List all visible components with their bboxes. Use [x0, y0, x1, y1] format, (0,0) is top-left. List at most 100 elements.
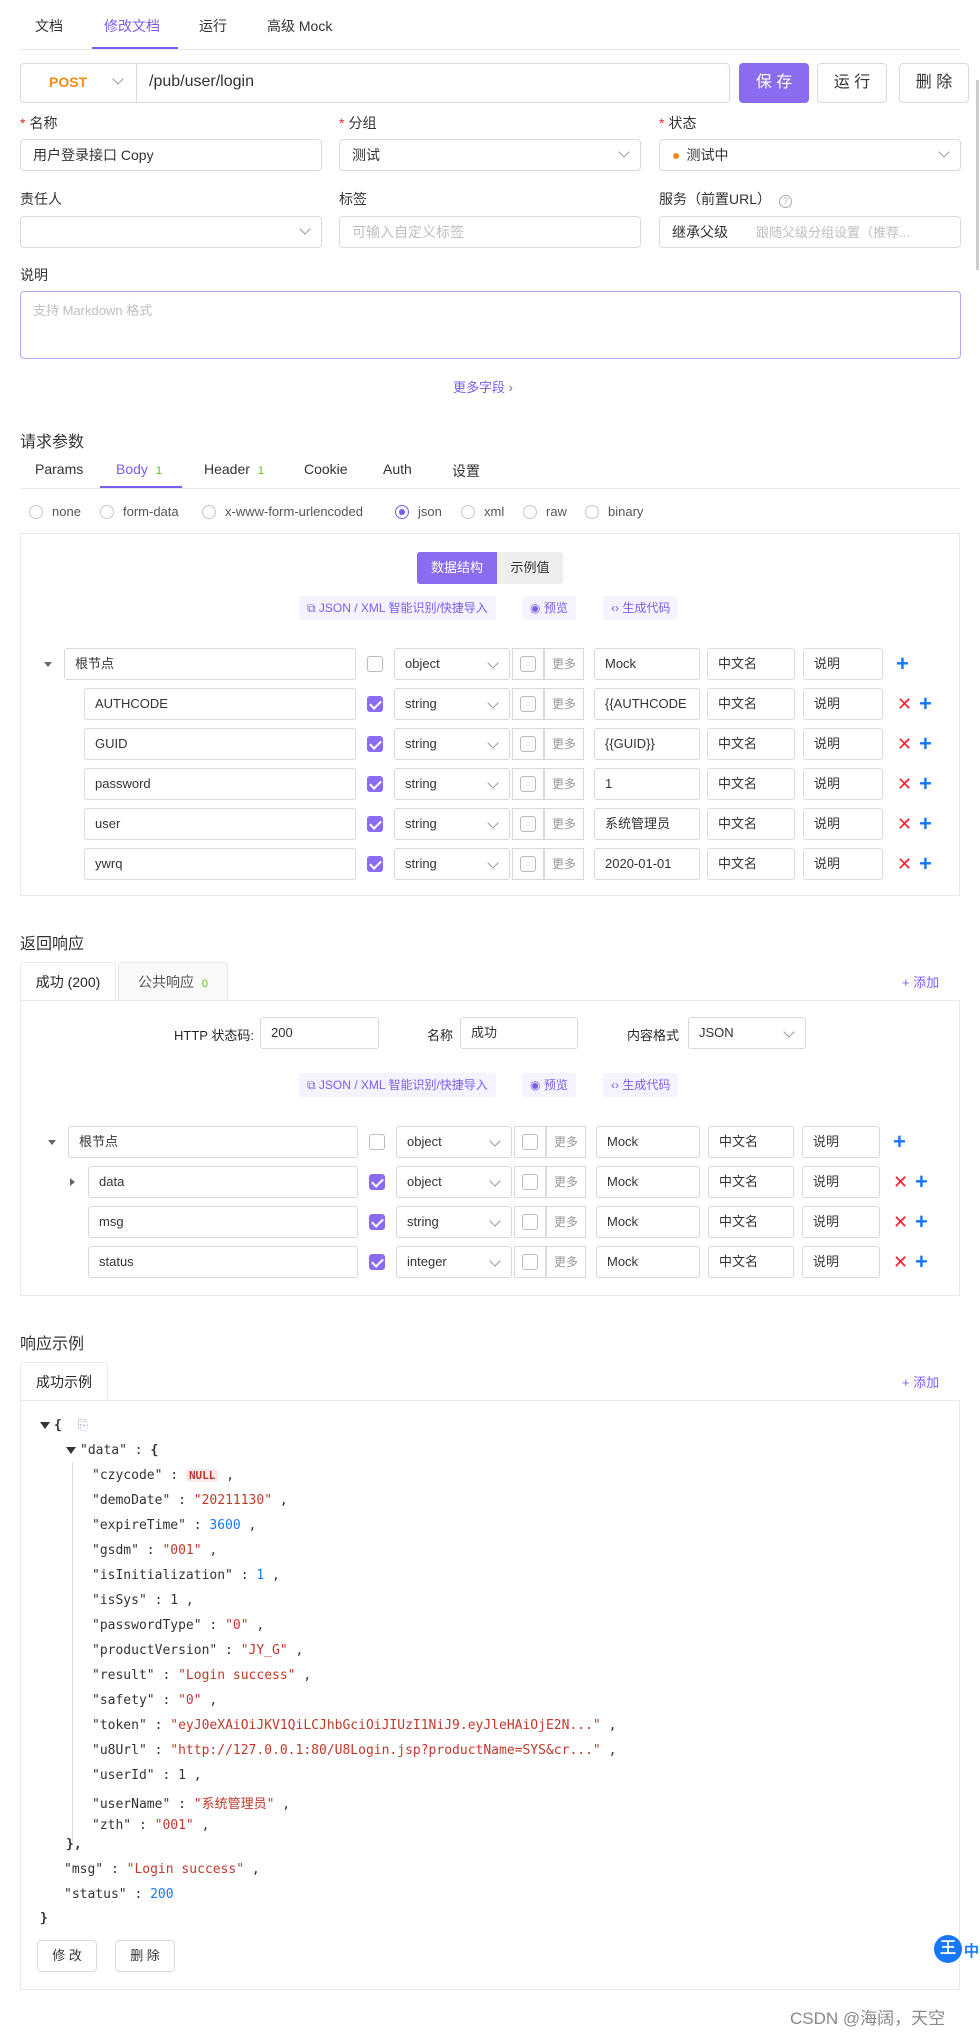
desc-input[interactable]: 说明 [803, 768, 883, 800]
help-icon[interactable]: ? [779, 195, 793, 208]
mock-input[interactable]: Mock [596, 1166, 700, 1198]
tab-auth[interactable]: Auth [383, 461, 412, 477]
nullable-checkbox[interactable] [522, 1254, 538, 1270]
content-format-select[interactable]: JSON [688, 1017, 806, 1049]
gen-code-link[interactable]: ‹› 生成代码 [603, 596, 679, 620]
cn-name-input[interactable]: 中文名 [708, 1206, 794, 1238]
delete-row-icon[interactable]: ✕ [897, 815, 912, 833]
field-name-input[interactable]: user [84, 808, 356, 840]
cn-name-input[interactable]: 中文名 [707, 848, 795, 880]
radio-json[interactable] [395, 505, 409, 519]
tab-header[interactable]: Header 1 [204, 461, 264, 477]
cn-name-input[interactable]: 中文名 [708, 1166, 794, 1198]
more-button[interactable]: 更多 [544, 728, 584, 760]
field-name-input[interactable]: data [88, 1166, 358, 1198]
add-response-button[interactable]: + 添加 [902, 972, 939, 991]
type-select[interactable]: integer [396, 1246, 512, 1278]
more-button[interactable]: 更多 [546, 1246, 586, 1278]
more-button[interactable]: 更多 [546, 1166, 586, 1198]
nullable-checkbox[interactable] [520, 696, 536, 712]
required-checkbox[interactable] [367, 776, 383, 792]
cn-name-input[interactable]: 中文名 [707, 728, 795, 760]
tab-success-200[interactable]: 成功 (200) [20, 962, 116, 1000]
type-select[interactable]: object [396, 1126, 512, 1158]
mock-input[interactable]: 2020-01-01 [594, 848, 700, 880]
required-checkbox[interactable] [367, 856, 383, 872]
method-select[interactable]: POST [21, 64, 137, 102]
gen-code-link[interactable]: ‹› 生成代码 [603, 1073, 679, 1097]
seg-example[interactable]: 示例值 [497, 552, 563, 584]
type-select[interactable]: string [394, 688, 510, 720]
collapse-icon[interactable] [66, 1447, 76, 1454]
radio-binary[interactable] [585, 505, 599, 519]
mock-input[interactable]: Mock [594, 648, 700, 680]
more-button[interactable]: 更多 [544, 808, 584, 840]
edit-example-button[interactable]: 修 改 [37, 1940, 97, 1972]
delete-row-icon[interactable]: ✕ [893, 1253, 908, 1271]
more-button[interactable]: 更多 [544, 688, 584, 720]
add-row-icon[interactable]: + [915, 1251, 928, 1273]
required-checkbox[interactable] [367, 656, 383, 672]
cn-name-input[interactable]: 中文名 [707, 648, 795, 680]
preview-link[interactable]: ◉ 预览 [522, 1073, 576, 1097]
required-checkbox[interactable] [367, 696, 383, 712]
field-name-input[interactable]: msg [88, 1206, 358, 1238]
desc-textarea[interactable]: 支持 Markdown 格式 [20, 291, 961, 359]
ime-float-icon[interactable]: 王 [934, 1935, 962, 1963]
seg-structure[interactable]: 数据结构 [417, 552, 497, 584]
desc-input[interactable]: 说明 [803, 648, 883, 680]
nullable-checkbox[interactable] [520, 856, 536, 872]
desc-input[interactable]: 说明 [802, 1166, 880, 1198]
type-select[interactable]: object [394, 648, 510, 680]
required-checkbox[interactable] [367, 816, 383, 832]
add-row-icon[interactable]: + [919, 853, 932, 875]
type-select[interactable]: string [396, 1206, 512, 1238]
type-select[interactable]: object [396, 1166, 512, 1198]
cn-name-input[interactable]: 中文名 [708, 1246, 794, 1278]
delete-row-icon[interactable]: ✕ [897, 735, 912, 753]
radio-raw[interactable] [523, 505, 537, 519]
tab-settings[interactable]: 设置 [452, 461, 480, 481]
type-select[interactable]: string [394, 728, 510, 760]
more-fields-link[interactable]: 更多字段 › [453, 377, 513, 396]
more-button[interactable]: 更多 [546, 1206, 586, 1238]
scrollbar[interactable] [976, 80, 979, 270]
radio-urlencoded[interactable] [202, 505, 216, 519]
tag-input[interactable]: 可输入自定义标签 [339, 216, 641, 248]
delete-row-icon[interactable]: ✕ [893, 1213, 908, 1231]
desc-input[interactable]: 说明 [803, 688, 883, 720]
type-select[interactable]: string [394, 768, 510, 800]
radio-none[interactable] [29, 505, 43, 519]
add-child-icon[interactable]: + [893, 1131, 906, 1153]
owner-select[interactable] [20, 216, 322, 248]
type-select[interactable]: string [394, 848, 510, 880]
preview-link[interactable]: ◉ 预览 [522, 596, 576, 620]
desc-input[interactable]: 说明 [803, 848, 883, 880]
field-name-input[interactable]: password [84, 768, 356, 800]
mock-input[interactable]: 系统管理员 [594, 808, 700, 840]
required-checkbox[interactable] [369, 1214, 385, 1230]
copy-icon[interactable]: ⎘ [78, 1418, 88, 1433]
save-button[interactable]: 保 存 [739, 63, 809, 103]
field-name-input[interactable]: AUTHCODE [84, 688, 356, 720]
add-row-icon[interactable]: + [919, 733, 932, 755]
delete-row-icon[interactable]: ✕ [897, 775, 912, 793]
tab-params[interactable]: Params [35, 461, 83, 477]
desc-input[interactable]: 说明 [802, 1126, 880, 1158]
required-checkbox[interactable] [367, 736, 383, 752]
field-name-input[interactable]: status [88, 1246, 358, 1278]
type-select[interactable]: string [394, 808, 510, 840]
tab-advanced-mock[interactable]: 高级 Mock [267, 16, 332, 36]
nullable-checkbox[interactable] [520, 816, 536, 832]
mock-input[interactable]: Mock [596, 1126, 700, 1158]
required-checkbox[interactable] [369, 1134, 385, 1150]
resp-name-input[interactable]: 成功 [460, 1017, 578, 1049]
cn-name-input[interactable]: 中文名 [708, 1126, 794, 1158]
required-checkbox[interactable] [369, 1174, 385, 1190]
mock-input[interactable]: 1 [594, 768, 700, 800]
more-button[interactable]: 更多 [544, 848, 584, 880]
path-input[interactable]: /pub/user/login [149, 73, 254, 91]
import-link[interactable]: ⧉ JSON / XML 智能识别/快捷导入 [299, 596, 496, 620]
nullable-checkbox[interactable] [522, 1174, 538, 1190]
add-row-icon[interactable]: + [919, 813, 932, 835]
